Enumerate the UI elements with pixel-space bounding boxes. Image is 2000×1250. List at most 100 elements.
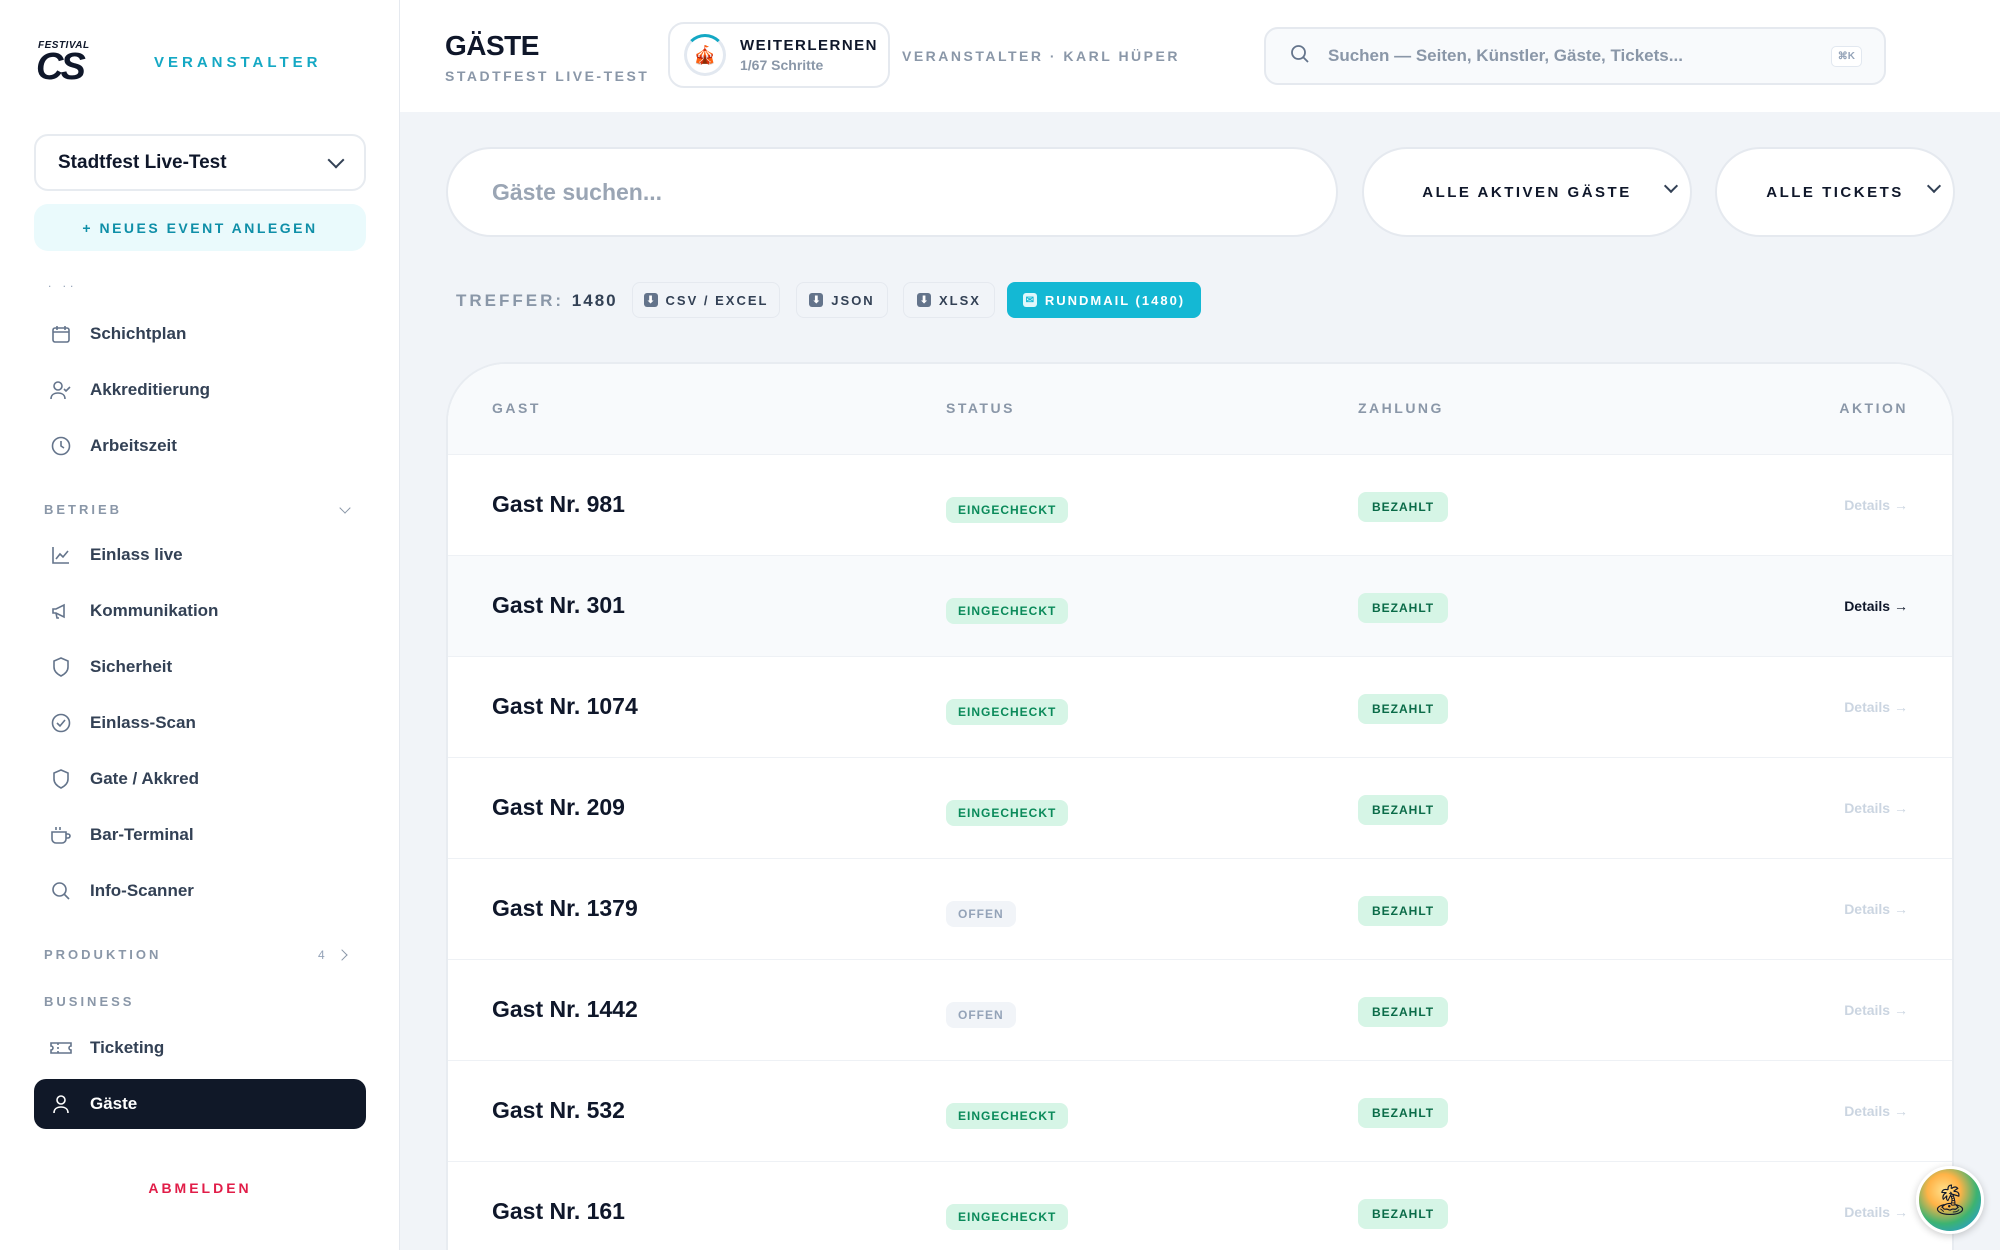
table-row[interactable]: Gast Nr. 209 EINGECHECKT BEZAHLT Details… — [448, 757, 1952, 858]
sidebar-item-schichtplan[interactable]: Schichtplan — [34, 309, 366, 359]
details-link[interactable]: Details → — [1844, 598, 1908, 614]
payment-badge: BEZAHLT — [1358, 1098, 1449, 1128]
guest-name: Gast Nr. 981 — [492, 491, 625, 517]
bulk-mail-button[interactable]: ✉ RUNDMAIL (1480) — [1007, 282, 1201, 318]
guest-name: Gast Nr. 301 — [492, 592, 625, 618]
status-badge: EINGECHECKT — [946, 1103, 1069, 1129]
sidebar-item-gaeste[interactable]: Gäste — [34, 1079, 366, 1129]
guest-name: Gast Nr. 532 — [492, 1097, 625, 1123]
export-json-button[interactable]: ⬇ JSON — [796, 282, 888, 318]
ticket-filter-value: ALLE TICKETS — [1766, 183, 1904, 201]
guest-table: GAST STATUS ZAHLUNG AKTION Gast Nr. 981 … — [446, 362, 1954, 1250]
guest-name: Gast Nr. 209 — [492, 794, 625, 820]
details-link[interactable]: Details → — [1844, 1103, 1908, 1119]
details-link[interactable]: Details → — [1844, 699, 1908, 715]
global-search-input[interactable]: Suchen — Seiten, Künstler, Gäste, Ticket… — [1264, 27, 1886, 85]
sidebar-item-einlass-live[interactable]: Einlass live — [34, 530, 366, 580]
chevron-down-icon — [1663, 178, 1679, 194]
table-row[interactable]: Gast Nr. 1442 OFFEN BEZAHLT Details → — [448, 959, 1952, 1060]
sidebar-item-info-scanner[interactable]: Info-Scanner — [34, 866, 366, 916]
sidebar-item-label: Kommunikation — [90, 601, 219, 620]
details-link[interactable]: Details → — [1844, 901, 1908, 917]
sidebar-item-label: Info-Scanner — [90, 881, 194, 900]
sidebar-item-einlass-scan[interactable]: Einlass-Scan — [34, 698, 366, 748]
logout-button[interactable]: ABMELDEN — [0, 1180, 400, 1196]
search-icon — [50, 880, 72, 902]
chevron-right-icon[interactable] — [336, 949, 348, 961]
column-header-status[interactable]: STATUS — [946, 400, 1015, 416]
check-circle-icon — [50, 712, 72, 734]
megaphone-icon — [50, 600, 72, 622]
user-icon — [50, 1093, 72, 1115]
sidebar-item-label: Arbeitszeit — [90, 436, 177, 455]
new-event-button[interactable]: + NEUES EVENT ANLEGEN — [34, 204, 366, 251]
ticket-filter-dropdown[interactable]: ALLE TICKETS — [1715, 147, 1955, 237]
search-placeholder: Suchen — Seiten, Künstler, Gäste, Ticket… — [1328, 46, 1683, 65]
chart-line-icon — [50, 544, 72, 566]
assistant-bubble-icon[interactable]: 🏝 — [1916, 1166, 1984, 1234]
status-filter-dropdown[interactable]: ALLE AKTIVEN GÄSTE — [1362, 147, 1692, 237]
table-row[interactable]: Gast Nr. 1379 OFFEN BEZAHLT Details → — [448, 858, 1952, 959]
learn-title: WEITERLERNEN — [740, 37, 878, 54]
sidebar-item-bar-terminal[interactable]: Bar-Terminal — [34, 810, 366, 860]
event-select[interactable]: Stadtfest Live-Test — [34, 134, 366, 191]
hits-count: 1480 — [571, 291, 618, 310]
status-badge: EINGECHECKT — [946, 800, 1069, 826]
sidebar-item-kommunikation[interactable]: Kommunikation — [34, 586, 366, 636]
payment-badge: BEZAHLT — [1358, 795, 1449, 825]
table-row[interactable]: Gast Nr. 301 EINGECHECKT BEZAHLT Details… — [448, 555, 1952, 656]
calendar-icon — [50, 323, 72, 345]
details-link[interactable]: Details → — [1844, 497, 1908, 513]
details-link[interactable]: Details → — [1844, 800, 1908, 816]
shield-icon — [50, 656, 72, 678]
column-header-payment[interactable]: ZAHLUNG — [1358, 400, 1444, 416]
sidebar-item-sicherheit[interactable]: Sicherheit — [34, 642, 366, 692]
guest-search-input[interactable]: Gäste suchen... — [446, 147, 1338, 237]
status-filter-value: ALLE AKTIVEN GÄSTE — [1422, 183, 1632, 201]
sidebar-item-label: Ticketing — [90, 1038, 165, 1057]
export-xlsx-label: XLSX — [939, 292, 981, 308]
table-row[interactable]: Gast Nr. 1074 EINGECHECKT BEZAHLT Detail… — [448, 656, 1952, 757]
sidebar: FESTIVAL CS VERANSTALTER Stadtfest Live-… — [0, 0, 400, 1250]
status-badge: OFFEN — [946, 1002, 1016, 1028]
guest-search-placeholder: Gäste suchen... — [492, 178, 663, 205]
chevron-down-icon — [327, 151, 345, 168]
section-betrieb[interactable]: BETRIEB — [44, 502, 122, 517]
ticket-icon — [50, 1037, 72, 1059]
details-link[interactable]: Details → — [1844, 1002, 1908, 1018]
brand-logo[interactable]: FESTIVAL CS VERANSTALTER — [36, 40, 321, 88]
column-header-action: AKTION — [1839, 400, 1908, 416]
column-header-guest[interactable]: GAST — [492, 400, 541, 416]
sidebar-item-label: Einlass live — [90, 545, 183, 564]
sidebar-item-ticketing[interactable]: Ticketing — [34, 1023, 366, 1073]
continue-learning-button[interactable]: 🎪 WEITERLERNEN 1/67 Schritte — [668, 22, 890, 88]
sidebar-item-label: Schichtplan — [90, 324, 187, 343]
export-xlsx-button[interactable]: ⬇ XLSX — [903, 282, 995, 318]
export-json-label: JSON — [831, 292, 875, 308]
details-link[interactable]: Details → — [1844, 1204, 1908, 1220]
table-row[interactable]: Gast Nr. 161 EINGECHECKT BEZAHLT Details… — [448, 1161, 1952, 1250]
payment-badge: BEZAHLT — [1358, 593, 1449, 623]
mail-icon: ✉ — [1022, 293, 1037, 307]
sidebar-item-akkreditierung[interactable]: Akkreditierung — [34, 365, 366, 415]
sidebar-item-label: Gäste — [90, 1094, 138, 1113]
section-produktion[interactable]: PRODUKTION — [44, 947, 161, 962]
chevron-down-icon[interactable] — [339, 502, 351, 514]
organizer-label: VERANSTALTER · KARL HÜPER — [902, 48, 1180, 64]
export-csv-label: CSV / EXCEL — [665, 292, 769, 308]
download-icon: ⬇ — [643, 293, 658, 307]
export-csv-button[interactable]: ⬇ CSV / EXCEL — [632, 282, 780, 318]
page-title: GÄSTE — [445, 30, 539, 61]
sidebar-item-gate-akkred[interactable]: Gate / Akkred — [34, 754, 366, 804]
hits-label: TREFFER: — [456, 291, 565, 310]
download-icon: ⬇ — [809, 293, 824, 307]
table-row[interactable]: Gast Nr. 981 EINGECHECKT BEZAHLT Details… — [448, 454, 1952, 555]
sidebar-item-arbeitszeit[interactable]: Arbeitszeit — [34, 421, 366, 471]
payment-badge: BEZAHLT — [1358, 997, 1449, 1027]
status-badge: EINGECHECKT — [946, 1204, 1069, 1230]
status-badge: EINGECHECKT — [946, 699, 1069, 725]
table-header: GAST STATUS ZAHLUNG AKTION — [448, 364, 1952, 454]
search-icon — [1290, 44, 1310, 69]
table-row[interactable]: Gast Nr. 532 EINGECHECKT BEZAHLT Details… — [448, 1060, 1952, 1161]
cup-icon — [50, 824, 72, 846]
